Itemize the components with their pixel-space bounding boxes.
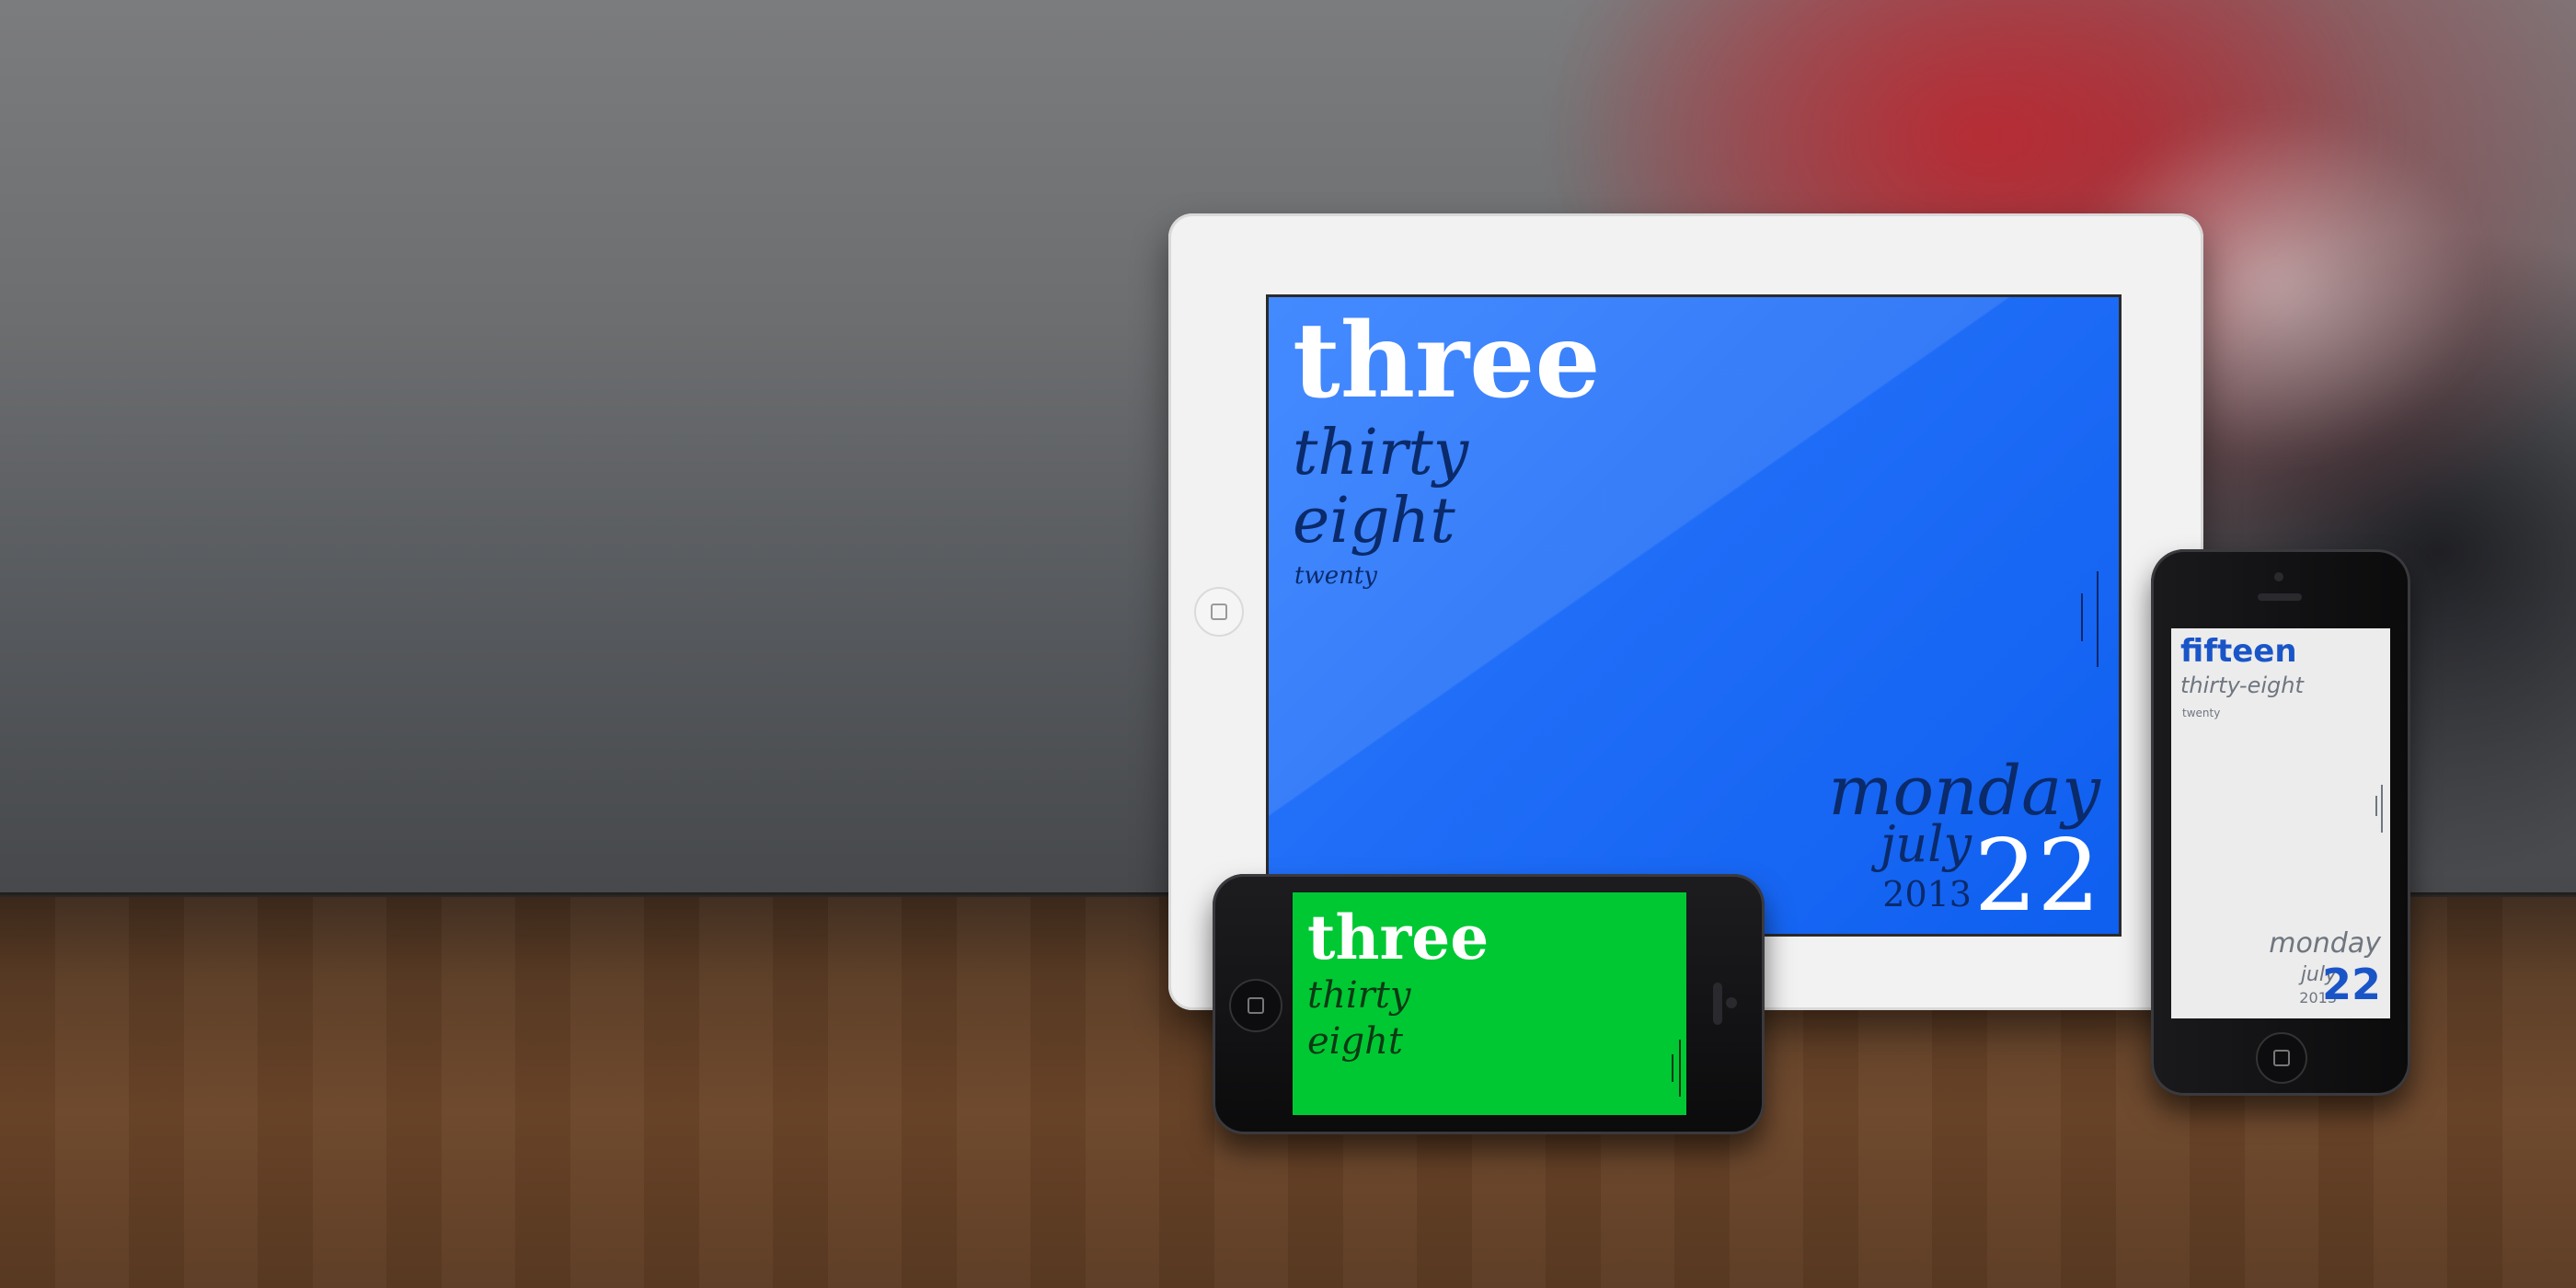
second-word: twenty (1294, 562, 1377, 590)
day-number: 22 (2321, 960, 2381, 1009)
iphone-camera (1726, 997, 1737, 1008)
minute-word: thirty-eight (2180, 673, 2304, 698)
seconds-bar-short (1672, 1054, 1673, 1082)
minute-word: thirty (1293, 417, 1469, 489)
ipad-home-button[interactable] (1194, 587, 1244, 637)
ipad-screen: three thirty eight twenty monday july 20… (1266, 294, 2122, 937)
iphone-speaker (2258, 593, 2302, 601)
hour-word: three (1307, 902, 1489, 973)
weekday-word: monday (2269, 927, 2381, 960)
minute-word-2: eight (1293, 485, 1455, 558)
minute-word: thirty (1307, 974, 1411, 1017)
year-number: 2013 (1882, 874, 1972, 914)
seconds-bar-long (2097, 571, 2099, 667)
iphone-speaker (1713, 983, 1722, 1025)
hour-word: three (1293, 301, 1601, 421)
hour-word: fifteen (2180, 633, 2297, 670)
minute-word-2: eight (1307, 1020, 1403, 1063)
seconds-bar-long (2381, 785, 2383, 833)
month-word: july (1880, 815, 1972, 873)
seconds-bar-long (1679, 1040, 1681, 1097)
seconds-bar-short (2375, 796, 2377, 816)
day-number: 22 (1973, 819, 2100, 934)
iphone-portrait-screen: fifteen thirty-eight twenty monday july … (2171, 628, 2390, 1018)
iphone-home-button[interactable] (2256, 1032, 2307, 1084)
iphone-home-button[interactable] (1229, 979, 1282, 1032)
iphone-camera (2274, 572, 2283, 581)
iphone-landscape-screen: three thirty eight (1293, 892, 1686, 1115)
seconds-bar-short (2081, 593, 2083, 641)
second-word: twenty (2182, 707, 2221, 719)
